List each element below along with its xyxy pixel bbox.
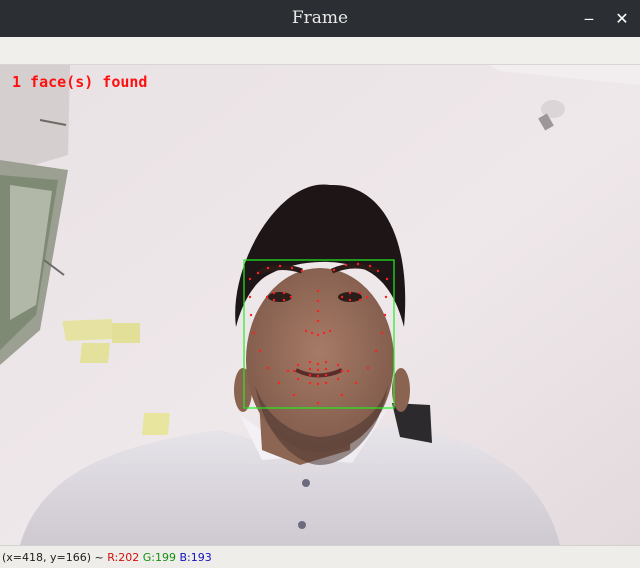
minimize-button[interactable]: ‒	[578, 8, 600, 30]
landmark-point	[316, 362, 320, 366]
landmark-point	[316, 299, 320, 303]
landmark-point	[308, 381, 312, 385]
landmark-point	[248, 295, 252, 299]
landmark-point	[380, 331, 384, 335]
landmark-point	[366, 366, 370, 370]
landmark-point	[316, 401, 320, 405]
landmark-point	[308, 373, 312, 377]
landmark-point	[365, 295, 369, 299]
landmark-point	[368, 264, 372, 268]
landmark-point	[272, 298, 276, 302]
landmark-point	[249, 313, 253, 317]
landmark-point	[384, 295, 388, 299]
landmark-point	[358, 291, 362, 295]
close-button[interactable]: ✕	[611, 8, 633, 30]
landmark-point	[316, 289, 320, 293]
camera-frame[interactable]: 1 face(s) found	[0, 65, 640, 545]
landmark-point	[376, 269, 380, 273]
landmark-point	[296, 377, 300, 381]
landmark-point	[292, 393, 296, 397]
landmark-point	[316, 309, 320, 313]
landmark-point	[358, 298, 362, 302]
landmark-point	[278, 264, 282, 268]
landmark-point	[292, 369, 296, 373]
landmark-point	[308, 360, 312, 364]
landmark-point	[346, 369, 350, 373]
landmark-point	[324, 367, 328, 371]
landmark-point	[289, 295, 293, 299]
status-bar: (x=418, y=166) ~ R:202 G:199 B:193	[0, 545, 640, 566]
landmark-point	[282, 291, 286, 295]
landmark-point	[290, 266, 294, 270]
landmark-point	[322, 331, 326, 335]
landmark-point	[336, 363, 340, 367]
landmark-point	[308, 367, 312, 371]
landmark-point	[316, 374, 320, 378]
landmark-point	[332, 268, 336, 272]
landmark-point	[340, 393, 344, 397]
title-bar[interactable]: Frame ‒ ✕	[0, 0, 640, 37]
landmark-point	[258, 349, 262, 353]
cursor-coords: (x=418, y=166) ~	[2, 551, 104, 564]
landmark-point	[266, 266, 270, 270]
landmark-point	[300, 269, 304, 273]
pixel-g-value: G:199	[142, 551, 176, 564]
landmark-point	[296, 363, 300, 367]
camera-image	[0, 65, 640, 545]
landmark-point	[256, 271, 260, 275]
landmark-point	[265, 295, 269, 299]
landmark-point	[340, 369, 344, 373]
face-count-label: 1 face(s) found	[12, 73, 148, 91]
landmark-point	[310, 331, 314, 335]
landmark-point	[324, 381, 328, 385]
landmark-point	[383, 313, 387, 317]
landmark-point	[324, 360, 328, 364]
landmark-point	[348, 298, 352, 302]
toolbar	[0, 37, 640, 65]
landmark-point	[248, 277, 252, 281]
app-window: Frame ‒ ✕ 1 face(s) found (x=418, y=166)…	[0, 0, 640, 566]
landmark-point	[316, 368, 320, 372]
landmark-point	[328, 329, 332, 333]
landmark-point	[304, 329, 308, 333]
landmark-point	[354, 381, 358, 385]
pixel-r-value: R:202	[107, 551, 140, 564]
landmark-point	[385, 277, 389, 281]
landmark-point	[356, 262, 360, 266]
landmark-point	[348, 291, 352, 295]
landmark-point	[286, 369, 290, 373]
landmark-point	[316, 319, 320, 323]
landmark-point	[374, 349, 378, 353]
landmark-point	[272, 291, 276, 295]
landmark-point	[324, 373, 328, 377]
landmark-point	[344, 263, 348, 267]
pixel-b-value: B:193	[179, 551, 212, 564]
landmark-point	[316, 333, 320, 337]
landmark-point	[336, 377, 340, 381]
window-title: Frame	[291, 8, 349, 28]
landmark-point	[277, 381, 281, 385]
landmark-point	[316, 382, 320, 386]
landmark-point	[266, 366, 270, 370]
landmark-point	[252, 331, 256, 335]
landmark-point	[282, 298, 286, 302]
landmark-point	[340, 295, 344, 299]
